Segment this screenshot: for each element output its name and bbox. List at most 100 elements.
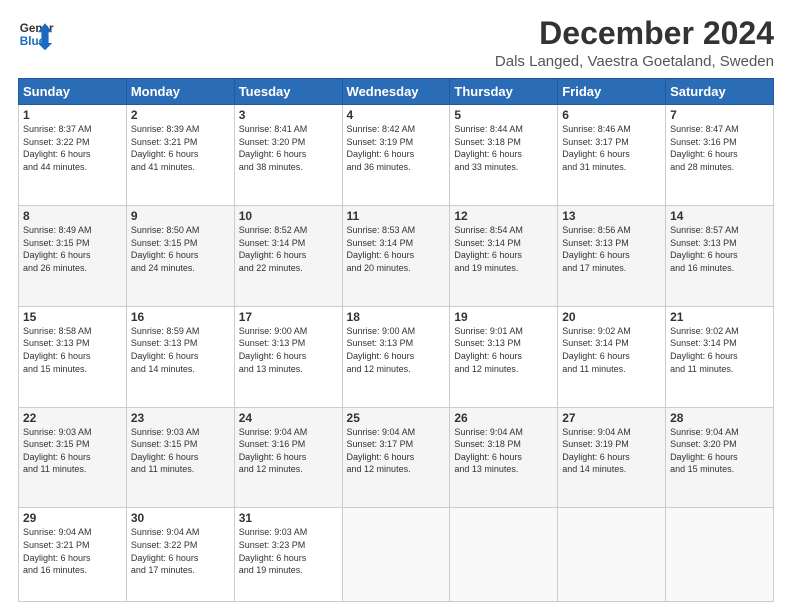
- table-row: 4Sunrise: 8:42 AM Sunset: 3:19 PM Daylig…: [342, 105, 450, 206]
- table-row: 25Sunrise: 9:04 AM Sunset: 3:17 PM Dayli…: [342, 407, 450, 508]
- day-number: 21: [670, 310, 769, 324]
- table-row: 2Sunrise: 8:39 AM Sunset: 3:21 PM Daylig…: [126, 105, 234, 206]
- day-info: Sunrise: 9:04 AM Sunset: 3:18 PM Dayligh…: [454, 426, 553, 476]
- day-number: 26: [454, 411, 553, 425]
- col-tuesday: Tuesday: [234, 79, 342, 105]
- day-info: Sunrise: 8:57 AM Sunset: 3:13 PM Dayligh…: [670, 224, 769, 274]
- day-number: 5: [454, 108, 553, 122]
- day-number: 15: [23, 310, 122, 324]
- day-info: Sunrise: 9:03 AM Sunset: 3:15 PM Dayligh…: [23, 426, 122, 476]
- calendar-header-row: Sunday Monday Tuesday Wednesday Thursday…: [19, 79, 774, 105]
- table-row: [558, 508, 666, 602]
- day-info: Sunrise: 8:44 AM Sunset: 3:18 PM Dayligh…: [454, 123, 553, 173]
- page: General Blue December 2024 Dals Langed, …: [0, 0, 792, 612]
- day-info: Sunrise: 9:04 AM Sunset: 3:16 PM Dayligh…: [239, 426, 338, 476]
- day-info: Sunrise: 8:46 AM Sunset: 3:17 PM Dayligh…: [562, 123, 661, 173]
- col-monday: Monday: [126, 79, 234, 105]
- table-row: 10Sunrise: 8:52 AM Sunset: 3:14 PM Dayli…: [234, 206, 342, 307]
- day-info: Sunrise: 8:58 AM Sunset: 3:13 PM Dayligh…: [23, 325, 122, 375]
- day-number: 9: [131, 209, 230, 223]
- day-info: Sunrise: 9:02 AM Sunset: 3:14 PM Dayligh…: [562, 325, 661, 375]
- day-number: 25: [347, 411, 446, 425]
- day-number: 1: [23, 108, 122, 122]
- table-row: [666, 508, 774, 602]
- calendar-table: Sunday Monday Tuesday Wednesday Thursday…: [18, 78, 774, 602]
- day-number: 7: [670, 108, 769, 122]
- day-number: 12: [454, 209, 553, 223]
- table-row: 14Sunrise: 8:57 AM Sunset: 3:13 PM Dayli…: [666, 206, 774, 307]
- day-number: 24: [239, 411, 338, 425]
- table-row: 3Sunrise: 8:41 AM Sunset: 3:20 PM Daylig…: [234, 105, 342, 206]
- day-number: 27: [562, 411, 661, 425]
- day-number: 30: [131, 511, 230, 525]
- day-number: 18: [347, 310, 446, 324]
- day-info: Sunrise: 9:01 AM Sunset: 3:13 PM Dayligh…: [454, 325, 553, 375]
- day-number: 19: [454, 310, 553, 324]
- logo: General Blue: [18, 16, 54, 52]
- subtitle: Dals Langed, Vaestra Goetaland, Sweden: [495, 53, 774, 70]
- table-row: 5Sunrise: 8:44 AM Sunset: 3:18 PM Daylig…: [450, 105, 558, 206]
- table-row: 31Sunrise: 9:03 AM Sunset: 3:23 PM Dayli…: [234, 508, 342, 602]
- table-row: 9Sunrise: 8:50 AM Sunset: 3:15 PM Daylig…: [126, 206, 234, 307]
- table-row: 17Sunrise: 9:00 AM Sunset: 3:13 PM Dayli…: [234, 306, 342, 407]
- day-number: 3: [239, 108, 338, 122]
- table-row: 29Sunrise: 9:04 AM Sunset: 3:21 PM Dayli…: [19, 508, 127, 602]
- day-info: Sunrise: 9:04 AM Sunset: 3:19 PM Dayligh…: [562, 426, 661, 476]
- table-row: 11Sunrise: 8:53 AM Sunset: 3:14 PM Dayli…: [342, 206, 450, 307]
- table-row: 20Sunrise: 9:02 AM Sunset: 3:14 PM Dayli…: [558, 306, 666, 407]
- table-row: 12Sunrise: 8:54 AM Sunset: 3:14 PM Dayli…: [450, 206, 558, 307]
- day-info: Sunrise: 9:04 AM Sunset: 3:22 PM Dayligh…: [131, 526, 230, 576]
- col-friday: Friday: [558, 79, 666, 105]
- logo-icon: General Blue: [18, 16, 54, 52]
- day-info: Sunrise: 8:37 AM Sunset: 3:22 PM Dayligh…: [23, 123, 122, 173]
- day-number: 6: [562, 108, 661, 122]
- day-info: Sunrise: 8:56 AM Sunset: 3:13 PM Dayligh…: [562, 224, 661, 274]
- table-row: [342, 508, 450, 602]
- table-row: 1Sunrise: 8:37 AM Sunset: 3:22 PM Daylig…: [19, 105, 127, 206]
- day-info: Sunrise: 8:50 AM Sunset: 3:15 PM Dayligh…: [131, 224, 230, 274]
- title-block: December 2024 Dals Langed, Vaestra Goeta…: [495, 16, 774, 70]
- day-info: Sunrise: 8:41 AM Sunset: 3:20 PM Dayligh…: [239, 123, 338, 173]
- day-number: 10: [239, 209, 338, 223]
- col-wednesday: Wednesday: [342, 79, 450, 105]
- table-row: 26Sunrise: 9:04 AM Sunset: 3:18 PM Dayli…: [450, 407, 558, 508]
- col-thursday: Thursday: [450, 79, 558, 105]
- table-row: 6Sunrise: 8:46 AM Sunset: 3:17 PM Daylig…: [558, 105, 666, 206]
- table-row: 15Sunrise: 8:58 AM Sunset: 3:13 PM Dayli…: [19, 306, 127, 407]
- table-row: 13Sunrise: 8:56 AM Sunset: 3:13 PM Dayli…: [558, 206, 666, 307]
- day-number: 16: [131, 310, 230, 324]
- day-number: 23: [131, 411, 230, 425]
- header: General Blue December 2024 Dals Langed, …: [18, 16, 774, 70]
- day-number: 14: [670, 209, 769, 223]
- day-info: Sunrise: 9:04 AM Sunset: 3:21 PM Dayligh…: [23, 526, 122, 576]
- table-row: 7Sunrise: 8:47 AM Sunset: 3:16 PM Daylig…: [666, 105, 774, 206]
- day-info: Sunrise: 8:39 AM Sunset: 3:21 PM Dayligh…: [131, 123, 230, 173]
- day-info: Sunrise: 8:53 AM Sunset: 3:14 PM Dayligh…: [347, 224, 446, 274]
- col-saturday: Saturday: [666, 79, 774, 105]
- col-sunday: Sunday: [19, 79, 127, 105]
- day-number: 11: [347, 209, 446, 223]
- day-info: Sunrise: 8:42 AM Sunset: 3:19 PM Dayligh…: [347, 123, 446, 173]
- day-info: Sunrise: 8:49 AM Sunset: 3:15 PM Dayligh…: [23, 224, 122, 274]
- day-number: 4: [347, 108, 446, 122]
- table-row: 8Sunrise: 8:49 AM Sunset: 3:15 PM Daylig…: [19, 206, 127, 307]
- day-info: Sunrise: 9:02 AM Sunset: 3:14 PM Dayligh…: [670, 325, 769, 375]
- table-row: 22Sunrise: 9:03 AM Sunset: 3:15 PM Dayli…: [19, 407, 127, 508]
- day-info: Sunrise: 9:00 AM Sunset: 3:13 PM Dayligh…: [347, 325, 446, 375]
- day-info: Sunrise: 9:00 AM Sunset: 3:13 PM Dayligh…: [239, 325, 338, 375]
- day-info: Sunrise: 9:04 AM Sunset: 3:17 PM Dayligh…: [347, 426, 446, 476]
- table-row: 19Sunrise: 9:01 AM Sunset: 3:13 PM Dayli…: [450, 306, 558, 407]
- day-number: 17: [239, 310, 338, 324]
- table-row: 30Sunrise: 9:04 AM Sunset: 3:22 PM Dayli…: [126, 508, 234, 602]
- day-info: Sunrise: 9:03 AM Sunset: 3:23 PM Dayligh…: [239, 526, 338, 576]
- day-info: Sunrise: 9:04 AM Sunset: 3:20 PM Dayligh…: [670, 426, 769, 476]
- table-row: 18Sunrise: 9:00 AM Sunset: 3:13 PM Dayli…: [342, 306, 450, 407]
- day-info: Sunrise: 8:47 AM Sunset: 3:16 PM Dayligh…: [670, 123, 769, 173]
- table-row: 24Sunrise: 9:04 AM Sunset: 3:16 PM Dayli…: [234, 407, 342, 508]
- day-number: 8: [23, 209, 122, 223]
- day-number: 13: [562, 209, 661, 223]
- table-row: 23Sunrise: 9:03 AM Sunset: 3:15 PM Dayli…: [126, 407, 234, 508]
- table-row: 16Sunrise: 8:59 AM Sunset: 3:13 PM Dayli…: [126, 306, 234, 407]
- table-row: 21Sunrise: 9:02 AM Sunset: 3:14 PM Dayli…: [666, 306, 774, 407]
- day-info: Sunrise: 8:59 AM Sunset: 3:13 PM Dayligh…: [131, 325, 230, 375]
